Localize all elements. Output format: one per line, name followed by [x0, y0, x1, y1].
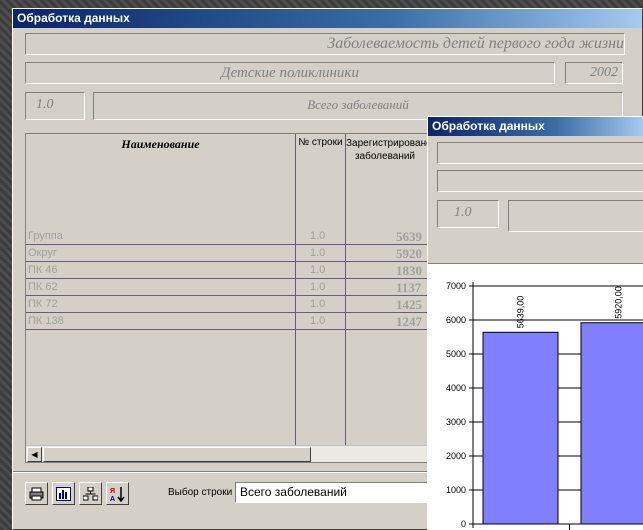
- row-code-field[interactable]: 1.0: [25, 92, 85, 120]
- row-name: ПК 46: [28, 264, 58, 276]
- chart-icon: [56, 486, 71, 501]
- chart-row-code-field[interactable]: 1.0: [437, 200, 499, 228]
- main-window-titlebar[interactable]: Обработка данных: [13, 9, 642, 28]
- y-tick-label: 5000: [446, 349, 466, 359]
- tree-icon: [83, 486, 98, 500]
- row-value: 5639: [396, 229, 422, 244]
- row-number: 1.0: [310, 281, 326, 293]
- sort-button[interactable]: Я А: [106, 482, 129, 505]
- column-header-registered[interactable]: Зарегистрировано заболеваний: [346, 137, 432, 163]
- chart-window-subheader-field: [437, 170, 643, 192]
- row-name: ПК 72: [28, 298, 58, 310]
- sort-icon: Я А: [110, 486, 125, 502]
- row-number: 1.0: [310, 230, 326, 242]
- chart-window-title-field: [437, 142, 643, 164]
- scroll-left-button[interactable]: ◀: [27, 447, 42, 462]
- hierarchy-button[interactable]: [79, 482, 102, 505]
- y-tick-label: 6000: [446, 315, 466, 325]
- printer-icon: [29, 487, 44, 500]
- row-number: 1.0: [310, 315, 326, 327]
- year-field[interactable]: 2002: [565, 62, 623, 84]
- y-tick-label: 3000: [446, 417, 466, 427]
- row-number: 1.0: [310, 298, 326, 310]
- chart-window: Обработка данных 1.0 0 1000 2000 3000 4000 50…: [427, 116, 643, 530]
- row-number: 1.0: [310, 264, 326, 276]
- bar-value-label: 5920,00: [614, 286, 624, 319]
- svg-text:Я: Я: [110, 488, 115, 495]
- row-name: ПК 138: [28, 315, 64, 327]
- subheader-field: Детские поликлиники: [25, 62, 555, 84]
- row-value: 1247: [396, 314, 422, 329]
- column-header-row-number[interactable]: № строки: [296, 137, 345, 148]
- row-value: 1830: [396, 263, 422, 278]
- y-tick-label: 7000: [446, 281, 466, 291]
- row-name: Округ: [28, 247, 57, 259]
- row-value: 1425: [396, 297, 422, 312]
- row-name: Группа: [28, 230, 63, 242]
- row-select-label: Выбор строки: [168, 487, 233, 498]
- chart-indicator-field: [508, 200, 643, 232]
- y-tick-label: 0: [461, 519, 466, 529]
- y-tick-label: 1000: [446, 485, 466, 495]
- bar-chart: 0 1000 2000 3000 4000 5000 6000 7000 5639,00 5920…: [446, 281, 643, 530]
- y-tick-label: 4000: [446, 383, 466, 393]
- chart-panel: 0 1000 2000 3000 4000 5000 6000 7000 5639,00 5920…: [428, 263, 643, 530]
- row-select-input[interactable]: Всего заболеваний: [235, 482, 435, 503]
- row-name: ПК 62: [28, 281, 58, 293]
- bar[interactable]: [580, 322, 643, 525]
- svg-text:А: А: [110, 496, 115, 502]
- row-value: 5920: [396, 246, 422, 261]
- report-title-field: Заболеваемость детей первого года жизни: [25, 33, 625, 55]
- chart-button[interactable]: [52, 482, 75, 505]
- bar[interactable]: [482, 331, 559, 525]
- bar-value-label: 5639,00: [516, 296, 526, 329]
- row-value: 1137: [396, 280, 422, 295]
- chart-window-titlebar[interactable]: Обработка данных: [428, 117, 643, 136]
- print-button[interactable]: [25, 482, 48, 505]
- column-header-name[interactable]: Наименование: [26, 137, 295, 152]
- y-tick-label: 2000: [446, 451, 466, 461]
- row-number: 1.0: [310, 247, 326, 259]
- scrollbar-thumb[interactable]: [43, 447, 311, 462]
